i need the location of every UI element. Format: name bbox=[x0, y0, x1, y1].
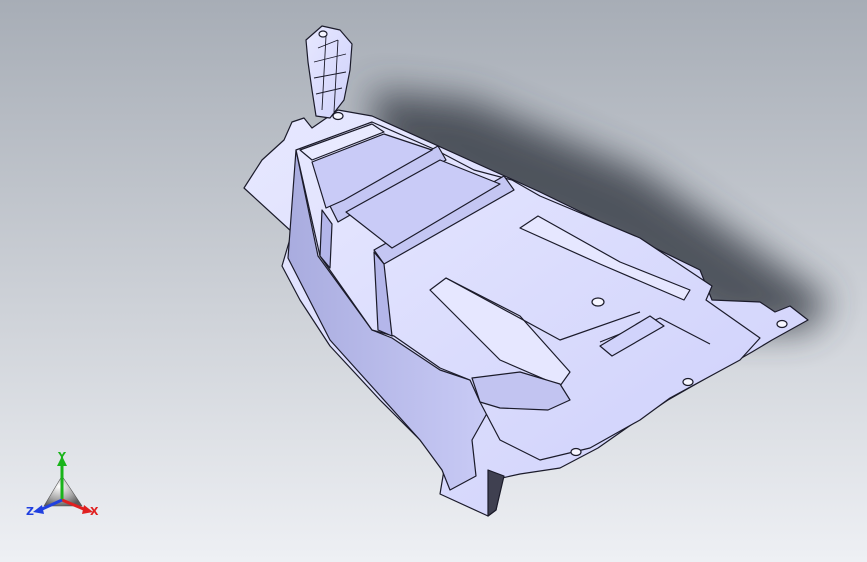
hole-mid-right bbox=[682, 377, 694, 387]
model-scene[interactable]: Y X Z bbox=[0, 0, 867, 562]
triad-z-label: Z bbox=[26, 505, 34, 518]
hole-top bbox=[332, 111, 344, 121]
triad-x-label: X bbox=[90, 505, 99, 518]
hole-center bbox=[591, 297, 605, 307]
hole-bottom bbox=[570, 447, 582, 457]
graphics-viewport[interactable]: Y X Z bbox=[0, 0, 867, 562]
mounting-tab-hole bbox=[318, 30, 328, 38]
hole-right bbox=[776, 319, 788, 329]
triad-y-label: Y bbox=[57, 450, 67, 463]
